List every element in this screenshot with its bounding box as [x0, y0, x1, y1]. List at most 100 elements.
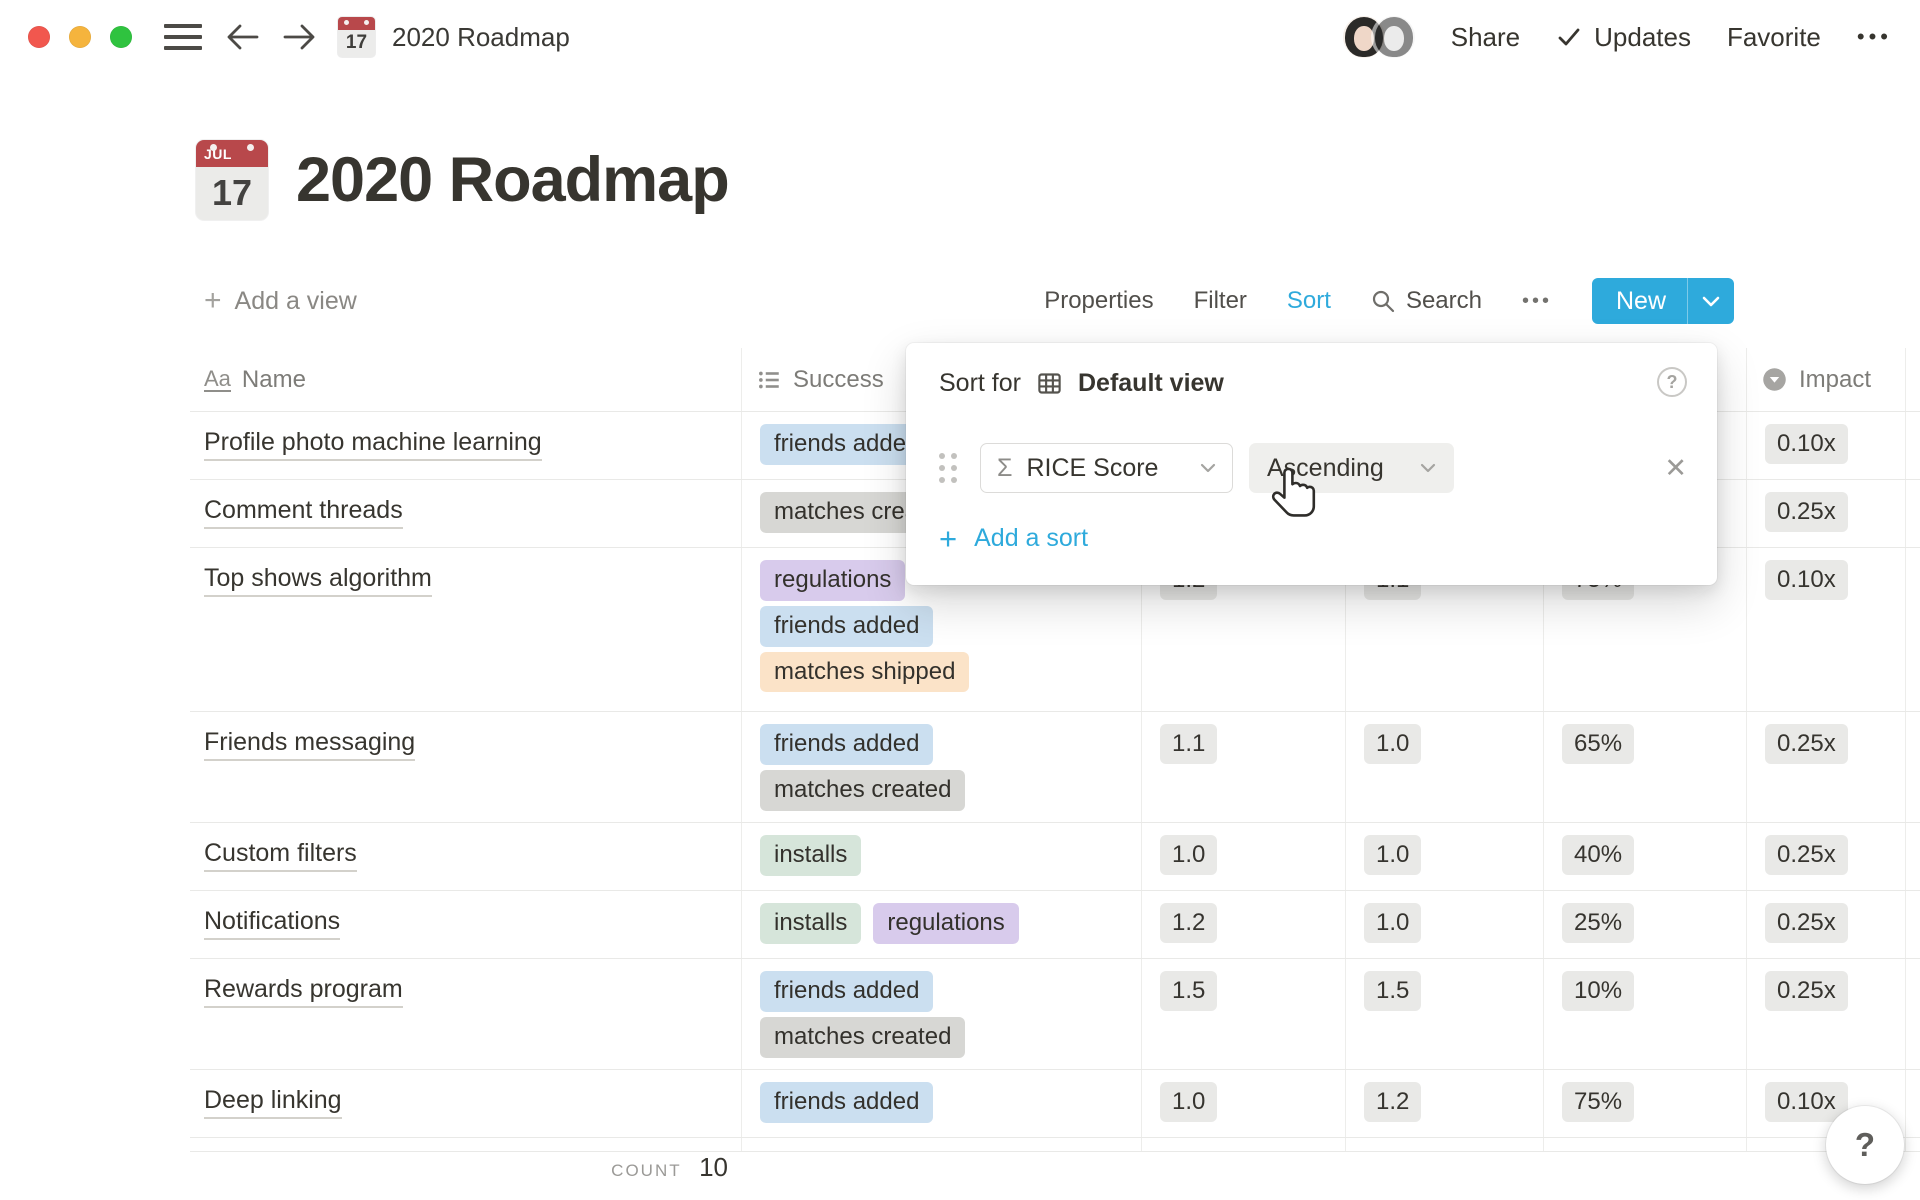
add-view-button[interactable]: + Add a view: [190, 286, 357, 316]
row-number-cell[interactable]: 1.5: [1142, 959, 1346, 1069]
forward-arrow-icon[interactable]: [282, 22, 318, 52]
number-pill: 1.0: [1364, 903, 1421, 943]
filter-button[interactable]: Filter: [1194, 287, 1247, 315]
row-number-cell[interactable]: 1.2: [1142, 891, 1346, 958]
updates-button[interactable]: Updates: [1556, 22, 1691, 53]
table-row: Rewards programfriends addedmatches crea…: [190, 959, 1920, 1070]
table-row: Friends messaging friends addedmatches cr…: [190, 712, 1920, 823]
collaborator-avatars: [1343, 16, 1415, 58]
row-name: Friends messaging: [204, 728, 415, 761]
row-number-cell[interactable]: 25%: [1544, 891, 1747, 958]
row-name-cell[interactable]: Comment threads: [190, 480, 742, 547]
number-pill: 1.0: [1364, 724, 1421, 764]
row-number-cell[interactable]: 1.1: [1142, 712, 1346, 822]
page-calendar-icon[interactable]: JUL 17: [196, 140, 268, 220]
row-number-cell[interactable]: 1.2: [1346, 1070, 1544, 1137]
drag-handle-icon[interactable]: [939, 453, 957, 483]
number-pill: 40%: [1562, 835, 1634, 875]
row-impact-cell[interactable]: 0.25x: [1747, 823, 1906, 890]
number-pill: 1.5: [1364, 971, 1421, 1011]
sort-field-select[interactable]: Σ RICE Score: [980, 443, 1233, 493]
row-number-cell[interactable]: 1.0: [1142, 823, 1346, 890]
column-header-name[interactable]: Aa Name: [190, 348, 742, 411]
row-impact-cell[interactable]: 0.25x: [1747, 480, 1906, 547]
share-button[interactable]: Share: [1451, 22, 1520, 53]
text-property-icon: Aa: [204, 367, 231, 392]
row-success-cell[interactable]: installsregulations: [742, 891, 1142, 958]
count-calculation[interactable]: COUNT 10: [190, 1152, 742, 1183]
number-pill: 25%: [1562, 903, 1634, 943]
tag: friends added: [760, 606, 933, 647]
table-row: Notificationsinstallsregulations1.2 1.0 25…: [190, 891, 1920, 959]
page-title[interactable]: 2020 Roadmap: [296, 140, 729, 220]
back-arrow-icon[interactable]: [224, 22, 260, 52]
row-number-cell[interactable]: 65%: [1544, 712, 1747, 822]
impact-pill: 0.10x: [1765, 560, 1848, 600]
row-number-cell[interactable]: 1.0: [1142, 1070, 1346, 1137]
column-header-impact[interactable]: Impact: [1747, 348, 1906, 411]
tag: installs: [760, 835, 861, 876]
remove-sort-icon[interactable]: ✕: [1664, 455, 1687, 482]
window-more-button[interactable]: •••: [1857, 24, 1892, 50]
row-number-cell[interactable]: 10%: [1544, 959, 1747, 1069]
checkmark-icon: [1556, 25, 1582, 49]
select-property-icon: [1761, 366, 1788, 393]
row-name-cell[interactable]: Deep linking: [190, 1070, 742, 1137]
row-number-cell[interactable]: 1.0: [1346, 712, 1544, 822]
chevron-down-icon[interactable]: [1688, 296, 1734, 307]
impact-pill: 0.25x: [1765, 492, 1848, 532]
add-sort-button[interactable]: + Add a sort: [939, 523, 1088, 554]
toolbar-more-button[interactable]: •••: [1522, 290, 1552, 313]
row-impact-cell[interactable]: 0.10x: [1747, 548, 1906, 711]
row-success-cell[interactable]: friends added: [742, 1070, 1142, 1137]
row-name: Profile photo machine learning: [204, 428, 542, 461]
row-success-cell[interactable]: friends addedmatches created: [742, 959, 1142, 1069]
row-name-cell[interactable]: Profile photo machine learning: [190, 412, 742, 479]
row-name-cell[interactable]: Notifications: [190, 891, 742, 958]
number-pill: 10%: [1562, 971, 1634, 1011]
minimize-window-button[interactable]: [69, 26, 91, 48]
row-number-cell[interactable]: 1.0: [1346, 891, 1544, 958]
list-icon: [756, 367, 782, 393]
sort-button[interactable]: Sort: [1287, 287, 1331, 315]
row-number-cell[interactable]: 1.5: [1346, 959, 1544, 1069]
row-name-cell[interactable]: Friends messaging: [190, 712, 742, 822]
zoom-window-button[interactable]: [110, 26, 132, 48]
row-impact-cell[interactable]: 0.25x: [1747, 891, 1906, 958]
row-impact-cell[interactable]: 0.25x: [1747, 712, 1906, 822]
number-pill: 75%: [1562, 1082, 1634, 1122]
number-pill: 1.5: [1160, 971, 1217, 1011]
row-ghost-cell: [1906, 1070, 1920, 1137]
new-button[interactable]: New: [1592, 278, 1734, 324]
number-pill: 65%: [1562, 724, 1634, 764]
view-name-label: Default view: [1078, 369, 1224, 398]
tag: regulations: [760, 560, 905, 601]
table-view-icon: [1036, 370, 1063, 397]
tag: installs: [760, 903, 861, 944]
row-number-cell[interactable]: 1.0: [1346, 823, 1544, 890]
window-titlebar: 17 2020 Roadmap Share Updates Favorite •…: [0, 0, 1920, 74]
row-success-cell[interactable]: friends addedmatches created: [742, 712, 1142, 822]
number-pill: 1.0: [1160, 835, 1217, 875]
close-window-button[interactable]: [28, 26, 50, 48]
window-doc-title: 2020 Roadmap: [392, 22, 570, 53]
row-impact-cell[interactable]: 0.25x: [1747, 959, 1906, 1069]
popup-help-icon[interactable]: ?: [1657, 367, 1687, 397]
favorite-button[interactable]: Favorite: [1727, 22, 1821, 53]
row-success-cell[interactable]: installs: [742, 823, 1142, 890]
sidebar-menu-icon[interactable]: [164, 24, 202, 50]
row-number-cell[interactable]: 75%: [1544, 1070, 1747, 1137]
number-pill: 1.1: [1160, 724, 1217, 764]
properties-button[interactable]: Properties: [1044, 287, 1153, 315]
chevron-down-icon: [1200, 463, 1216, 473]
row-impact-cell[interactable]: 0.10x: [1747, 412, 1906, 479]
table-row: Deep linkingfriends added1.01.275%0.10x: [190, 1070, 1920, 1138]
row-name-cell[interactable]: Top shows algorithm: [190, 548, 742, 711]
avatar[interactable]: [1373, 16, 1415, 58]
row-number-cell[interactable]: 40%: [1544, 823, 1747, 890]
row-name-cell[interactable]: Rewards program: [190, 959, 742, 1069]
row-name-cell[interactable]: Custom filters: [190, 823, 742, 890]
help-button[interactable]: ?: [1826, 1106, 1904, 1184]
row-ghost-cell: [1906, 712, 1920, 822]
search-button[interactable]: Search: [1371, 287, 1482, 315]
